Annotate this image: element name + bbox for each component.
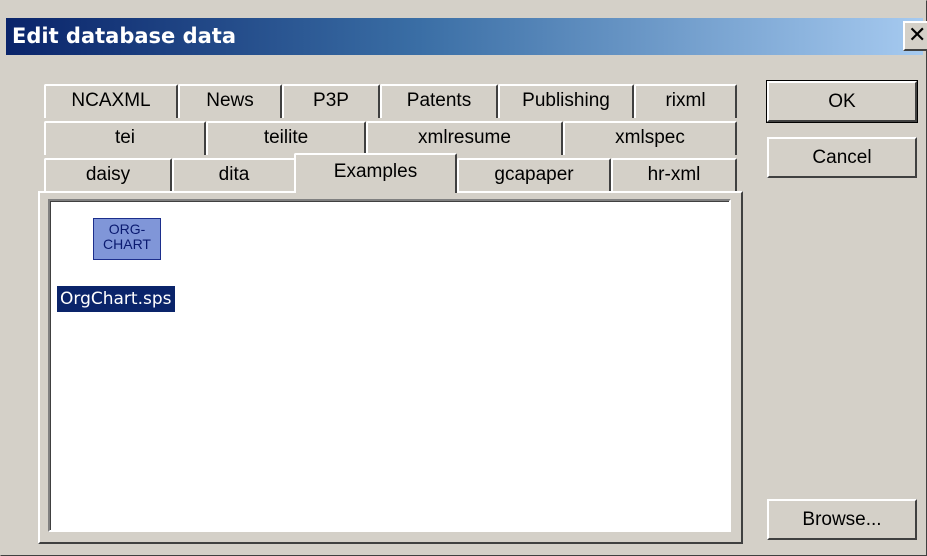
tab-news[interactable]: News	[178, 84, 282, 118]
ok-button[interactable]: OK	[766, 80, 918, 123]
tab-tei[interactable]: tei	[44, 121, 206, 155]
edit-database-data-dialog: Edit database data ✕ NCAXML News P3P Pat…	[0, 0, 927, 556]
tab-examples[interactable]: Examples	[294, 153, 457, 193]
file-list-inner: ORG- CHART OrgChart.sps	[50, 201, 729, 530]
tab-gcapaper[interactable]: gcapaper	[457, 158, 611, 192]
title-bar[interactable]: Edit database data ✕	[6, 18, 927, 55]
tab-daisy[interactable]: daisy	[44, 158, 172, 192]
tab-ncaxml[interactable]: NCAXML	[44, 84, 178, 118]
tab-teilite[interactable]: teilite	[206, 121, 366, 155]
tab-xmlresume[interactable]: xmlresume	[366, 121, 563, 155]
tab-rixml[interactable]: rixml	[634, 84, 737, 118]
tab-hr-xml[interactable]: hr-xml	[611, 158, 737, 192]
tab-patents[interactable]: Patents	[380, 84, 498, 118]
cancel-button[interactable]: Cancel	[767, 137, 917, 178]
org-chart-icon-text: ORG- CHART	[103, 221, 151, 252]
tab-publishing[interactable]: Publishing	[498, 84, 634, 118]
file-item-label[interactable]: OrgChart.sps	[57, 286, 175, 312]
close-icon: ✕	[908, 23, 927, 48]
tab-dita[interactable]: dita	[172, 158, 296, 192]
browse-button[interactable]: Browse...	[767, 499, 917, 540]
tab-panel: ORG- CHART OrgChart.sps	[38, 191, 743, 544]
org-chart-icon[interactable]: ORG- CHART	[93, 218, 161, 260]
window-title: Edit database data	[12, 24, 237, 48]
tab-p3p[interactable]: P3P	[282, 84, 380, 118]
file-list-view[interactable]: ORG- CHART OrgChart.sps	[48, 199, 731, 532]
tab-xmlspec[interactable]: xmlspec	[563, 121, 737, 155]
close-button[interactable]: ✕	[903, 21, 927, 51]
